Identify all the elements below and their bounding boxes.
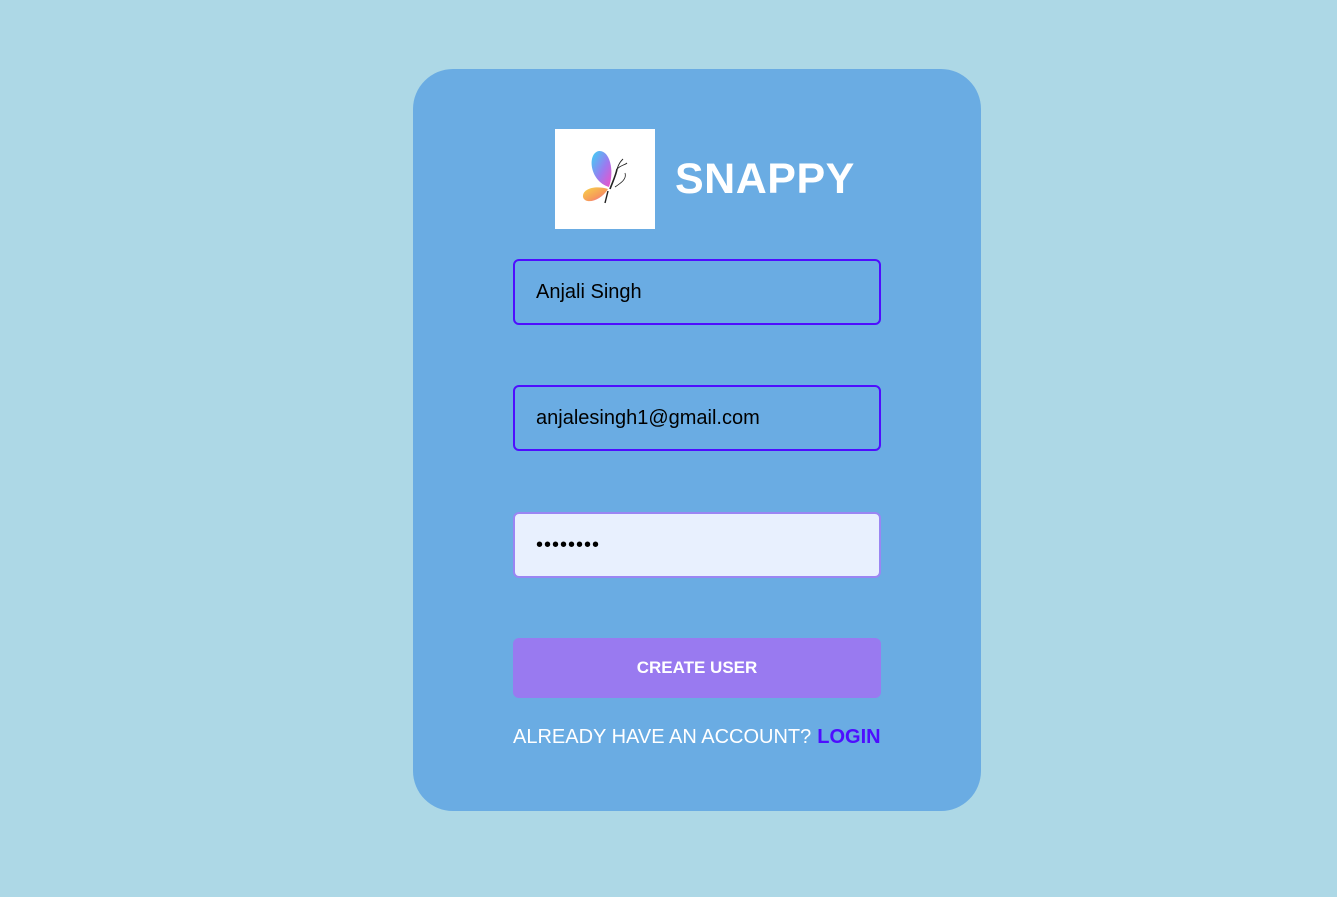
login-prompt-text: ALREADY HAVE AN ACCOUNT? (513, 726, 812, 748)
register-card: SNAPPY Anjali Singh anjalesingh1@gmail.c… (413, 69, 981, 811)
brand: SNAPPY (555, 129, 855, 229)
login-link[interactable]: LOGIN (817, 726, 880, 749)
email-value: anjalesingh1@gmail.com (536, 406, 760, 429)
app-name: SNAPPY (675, 154, 855, 203)
butterfly-logo-icon (555, 129, 655, 229)
login-prompt: ALREADY HAVE AN ACCOUNT? LOGIN (513, 726, 881, 749)
create-user-button[interactable]: CREATE USER (513, 638, 881, 698)
username-value: Anjali Singh (536, 280, 642, 303)
password-value: •••••••• (536, 533, 601, 556)
password-input[interactable]: •••••••• (513, 512, 881, 578)
username-input[interactable]: Anjali Singh (513, 259, 881, 325)
email-input[interactable]: anjalesingh1@gmail.com (513, 385, 881, 451)
